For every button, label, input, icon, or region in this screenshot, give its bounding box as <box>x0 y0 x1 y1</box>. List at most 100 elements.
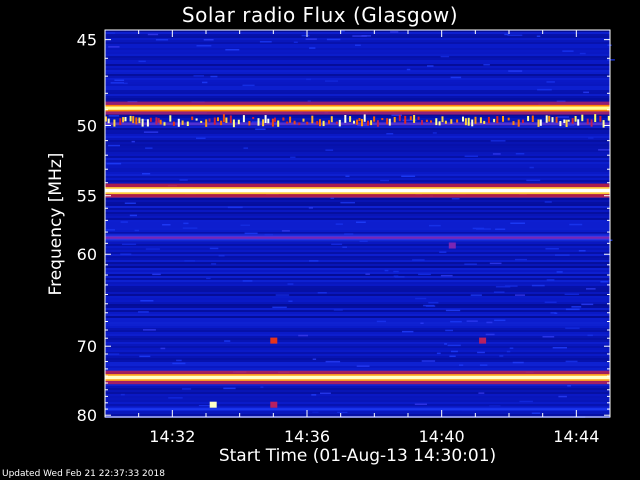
burst-mark <box>319 119 321 127</box>
burst-mark <box>191 116 194 121</box>
noise-row <box>105 38 610 40</box>
noise-speck <box>259 41 272 43</box>
burst-mark <box>376 120 379 127</box>
noise-speck <box>508 70 523 72</box>
noise-row <box>105 200 610 202</box>
spectrogram-background <box>105 30 615 418</box>
emission-spot <box>270 401 278 408</box>
noise-speck <box>445 309 461 312</box>
noise-row <box>105 230 610 232</box>
noise-row <box>105 78 610 80</box>
noise-speck <box>305 38 317 40</box>
noise-row <box>105 172 610 174</box>
noise-speck <box>240 224 250 226</box>
noise-row <box>105 368 610 370</box>
noise-speck <box>184 260 195 262</box>
noise-speck <box>499 355 504 357</box>
burst-mark <box>169 115 172 122</box>
noise-row <box>105 144 610 146</box>
noise-speck <box>526 179 541 182</box>
noise-speck <box>495 228 506 230</box>
burst-mark <box>464 118 467 126</box>
noise-speck <box>224 340 231 342</box>
burst-mark <box>577 119 580 126</box>
burst-mark <box>474 116 477 124</box>
x-tick-label: 14:40 <box>419 427 465 446</box>
noise-speck <box>352 35 367 37</box>
noise-row <box>105 334 610 336</box>
noise-row <box>105 224 610 226</box>
burst-mark <box>282 117 285 121</box>
noise-row <box>105 204 610 206</box>
burst-mark <box>435 118 438 126</box>
noise-speck <box>106 229 115 231</box>
noise-row <box>105 256 610 258</box>
burst-mark <box>119 118 122 125</box>
noise-speck <box>293 41 298 43</box>
noise-row <box>105 400 610 402</box>
noise-speck <box>342 246 347 248</box>
burst-mark <box>483 120 486 124</box>
noise-speck <box>120 253 132 255</box>
noise-speck <box>490 140 506 142</box>
noise-row <box>105 208 610 210</box>
noise-speck <box>390 31 399 33</box>
noise-speck <box>140 300 154 302</box>
x-tick-label: 14:32 <box>149 427 195 446</box>
noise-row <box>105 390 610 392</box>
burst-mark <box>496 116 499 124</box>
burst-mark <box>124 117 127 122</box>
noise-row <box>105 60 610 62</box>
burst-mark <box>177 118 180 127</box>
burst-mark <box>363 114 366 122</box>
noise-speck <box>564 293 580 295</box>
noise-speck <box>147 33 159 36</box>
emission-band <box>105 188 610 193</box>
burst-mark <box>306 121 309 125</box>
noise-speck <box>510 222 525 224</box>
noise-speck <box>421 360 436 362</box>
noise-row <box>105 264 610 266</box>
noise-speck <box>393 275 399 277</box>
noise-speck <box>131 140 135 143</box>
burst-mark <box>438 121 441 126</box>
burst-mark <box>539 119 542 126</box>
burst-mark <box>425 119 428 122</box>
noise-speck <box>415 297 427 300</box>
noise-speck <box>558 395 567 398</box>
burst-mark <box>267 118 270 124</box>
noise-speck <box>290 156 296 158</box>
burst-mark <box>335 121 338 125</box>
noise-row <box>105 318 610 320</box>
noise-speck <box>537 88 552 91</box>
noise-speck <box>440 274 453 277</box>
burst-mark <box>599 115 602 122</box>
burst-mark <box>107 118 110 124</box>
noise-row <box>105 306 610 308</box>
burst-mark <box>344 115 347 123</box>
noise-row <box>105 52 610 54</box>
noise-speck <box>209 247 219 250</box>
noise-speck <box>325 149 334 151</box>
noise-speck <box>536 35 541 37</box>
noise-row <box>105 48 610 50</box>
noise-row <box>105 170 610 172</box>
noise-speck <box>531 284 545 287</box>
noise-row <box>105 402 610 404</box>
noise-row <box>105 140 610 142</box>
noise-speck <box>444 343 448 345</box>
noise-speck <box>529 166 534 169</box>
y-tick-label: 50 <box>77 116 97 135</box>
noise-row <box>105 82 610 84</box>
noise-row <box>105 164 610 166</box>
noise-speck <box>301 34 310 37</box>
noise-row <box>105 324 610 326</box>
noise-row <box>105 414 610 416</box>
noise-speck <box>193 75 204 77</box>
noise-speck <box>420 322 424 324</box>
noise-row <box>105 76 610 78</box>
noise-speck <box>108 46 120 48</box>
noise-speck <box>333 309 343 311</box>
noise-row <box>105 92 610 94</box>
burst-mark <box>349 116 352 122</box>
